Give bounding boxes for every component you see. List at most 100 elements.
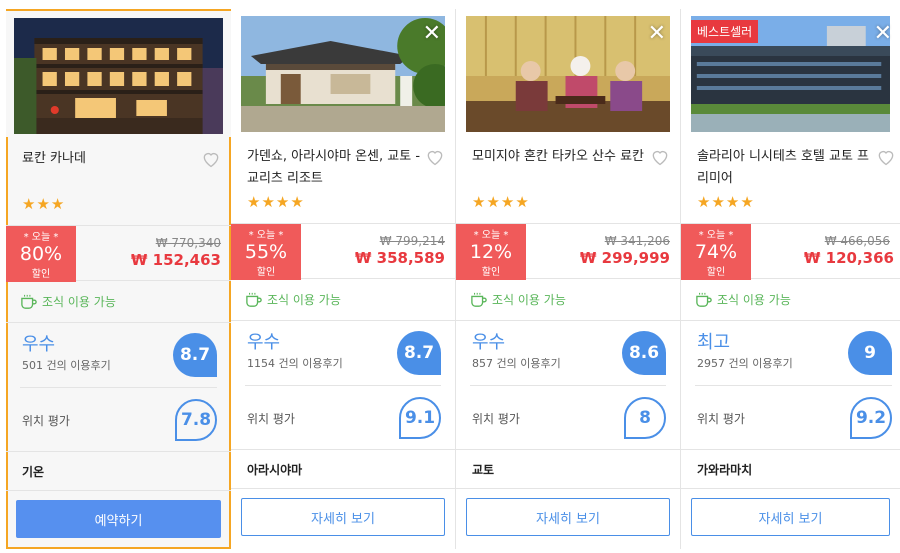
breakfast-label: 조식 이용 가능 [492, 293, 566, 307]
hotel-name[interactable]: 솔라리아 니시테츠 호텔 교토 프리미어 [697, 146, 872, 190]
location-label: 위치 평가 [22, 414, 70, 428]
heart-icon[interactable] [876, 147, 896, 167]
hotel-title-area: 료칸 카나데 ★★★ [6, 137, 231, 225]
hotel-card[interactable]: 료칸 카나데 ★★★ * 오늘 * 80% 할인 ₩ 770,340 ₩ 152… [6, 9, 231, 549]
hotel-image-garden [241, 16, 445, 132]
heart-icon[interactable] [201, 149, 221, 169]
coffee-cup-icon [246, 292, 262, 307]
heart-icon[interactable] [425, 147, 445, 167]
location-score-badge: 9.2 [850, 397, 892, 439]
star-rating: ★★★★ [697, 193, 755, 211]
hotel-title-area: 가덴쇼, 아라시야마 온센, 교토 - 교리츠 리조트 ★★★★ [231, 135, 455, 223]
location-rating: 위치 평가 7.8 [20, 387, 217, 451]
discount-label: 할인 [31, 269, 51, 280]
hotel-card[interactable]: ✕ 가덴쇼, 아라시야마 온센, 교토 - 교리츠 리조트 ★★★★ * 오늘 … [231, 9, 456, 549]
coffee-cup-icon [696, 292, 712, 307]
hotel-name[interactable]: 료칸 카나데 [22, 148, 197, 170]
discount-badge: * 오늘 * 55% 할인 [231, 224, 301, 280]
area-name: 아라시야마 [231, 449, 455, 489]
breakfast-info: 조식 이용 가능 [456, 279, 680, 321]
breakfast-info: 조식 이용 가능 [6, 281, 231, 323]
sale-price: ₩ 120,366 [803, 249, 894, 267]
bestseller-badge: 베스트셀러 [691, 20, 759, 43]
breakfast-info: 조식 이용 가능 [681, 279, 900, 321]
original-price: ₩ 770,340 [155, 236, 221, 250]
location-label: 위치 평가 [472, 412, 520, 426]
view-details-button[interactable]: 자세히 보기 [466, 498, 670, 536]
location-score-badge: 8 [624, 397, 666, 439]
review-section[interactable]: 최고 2957 건의 이용후기 9 [681, 321, 900, 385]
breakfast-info: 조식 이용 가능 [231, 279, 455, 321]
discount-badge: * 오늘 * 12% 할인 [456, 224, 526, 280]
hotel-photo[interactable] [6, 11, 231, 137]
location-rating: 위치 평가 8 [470, 385, 666, 449]
deal-section[interactable]: * 오늘 * 74% 할인 ₩ 466,056 ₩ 120,366 [681, 223, 900, 280]
hotel-image-interior [466, 16, 670, 132]
original-price: ₩ 799,214 [379, 234, 445, 248]
location-rating: 위치 평가 9.2 [695, 385, 892, 449]
discount-percent: 80% [19, 243, 63, 265]
original-price: ₩ 341,206 [604, 234, 670, 248]
review-score-badge: 8.6 [622, 331, 666, 375]
hotel-card[interactable]: 베스트셀러 ✕ 솔라리아 니시테츠 호텔 교토 프리미어 ★★★★ * 오늘 *… [681, 9, 900, 549]
sale-price: ₩ 299,999 [579, 249, 670, 267]
original-price: ₩ 466,056 [824, 234, 890, 248]
breakfast-label: 조식 이용 가능 [717, 293, 791, 307]
discount-today-label: * 오늘 * [698, 230, 734, 241]
button-area: 자세히 보기 [456, 489, 680, 547]
heart-icon[interactable] [650, 147, 670, 167]
review-score-badge: 9 [848, 331, 892, 375]
hotel-photo[interactable]: 베스트셀러 ✕ [681, 9, 900, 135]
button-area: 예약하기 [6, 491, 231, 549]
deal-section[interactable]: * 오늘 * 55% 할인 ₩ 799,214 ₩ 358,589 [231, 223, 455, 280]
coffee-cup-icon [471, 292, 487, 307]
star-rating: ★★★★ [247, 193, 305, 211]
breakfast-label: 조식 이용 가능 [42, 295, 116, 309]
close-icon[interactable]: ✕ [423, 23, 441, 45]
sale-price: ₩ 358,589 [354, 249, 445, 267]
discount-label: 할인 [256, 267, 276, 278]
hotel-comparison-row: 료칸 카나데 ★★★ * 오늘 * 80% 할인 ₩ 770,340 ₩ 152… [0, 0, 900, 553]
discount-today-label: * 오늘 * [473, 230, 509, 241]
breakfast-label: 조식 이용 가능 [267, 293, 341, 307]
location-label: 위치 평가 [247, 412, 295, 426]
star-rating: ★★★★ [472, 193, 530, 211]
location-label: 위치 평가 [697, 412, 745, 426]
hotel-photo[interactable]: ✕ [231, 9, 455, 135]
hotel-name[interactable]: 가덴쇼, 아라시야마 온센, 교토 - 교리츠 리조트 [247, 146, 422, 190]
hotel-name[interactable]: 모미지야 혼칸 타카오 산수 료칸 [472, 146, 647, 168]
review-score-badge: 8.7 [397, 331, 441, 375]
review-section[interactable]: 우수 857 건의 이용후기 8.6 [456, 321, 680, 385]
hotel-card[interactable]: ✕ 모미지야 혼칸 타카오 산수 료칸 ★★★★ * 오늘 * 12% 할인 ₩… [456, 9, 681, 549]
close-icon[interactable]: ✕ [648, 23, 666, 45]
discount-label: 할인 [481, 267, 501, 278]
deal-section[interactable]: * 오늘 * 80% 할인 ₩ 770,340 ₩ 152,463 [6, 225, 231, 282]
deal-section[interactable]: * 오늘 * 12% 할인 ₩ 341,206 ₩ 299,999 [456, 223, 680, 280]
discount-badge: * 오늘 * 80% 할인 [6, 226, 76, 282]
coffee-cup-icon [21, 294, 37, 309]
discount-percent: 74% [694, 241, 738, 263]
button-area: 자세히 보기 [231, 489, 455, 547]
close-icon[interactable]: ✕ [874, 23, 892, 45]
view-details-button[interactable]: 자세히 보기 [691, 498, 890, 536]
area-name: 기온 [6, 451, 231, 491]
hotel-title-area: 솔라리아 니시테츠 호텔 교토 프리미어 ★★★★ [681, 135, 900, 223]
hotel-image-ryokan [14, 18, 223, 134]
discount-today-label: * 오늘 * [23, 232, 59, 243]
area-name: 교토 [456, 449, 680, 489]
discount-percent: 12% [469, 241, 513, 263]
review-score-badge: 8.7 [173, 333, 217, 377]
view-details-button[interactable]: 자세히 보기 [241, 498, 445, 536]
button-area: 자세히 보기 [681, 489, 900, 547]
hotel-title-area: 모미지야 혼칸 타카오 산수 료칸 ★★★★ [456, 135, 680, 223]
book-button[interactable]: 예약하기 [16, 500, 221, 538]
location-score-badge: 7.8 [175, 399, 217, 441]
location-rating: 위치 평가 9.1 [245, 385, 441, 449]
sale-price: ₩ 152,463 [130, 251, 221, 269]
review-section[interactable]: 우수 501 건의 이용후기 8.7 [6, 323, 231, 387]
discount-badge: * 오늘 * 74% 할인 [681, 224, 751, 280]
location-score-badge: 9.1 [399, 397, 441, 439]
discount-today-label: * 오늘 * [248, 230, 284, 241]
hotel-photo[interactable]: ✕ [456, 9, 680, 135]
review-section[interactable]: 우수 1154 건의 이용후기 8.7 [231, 321, 455, 385]
